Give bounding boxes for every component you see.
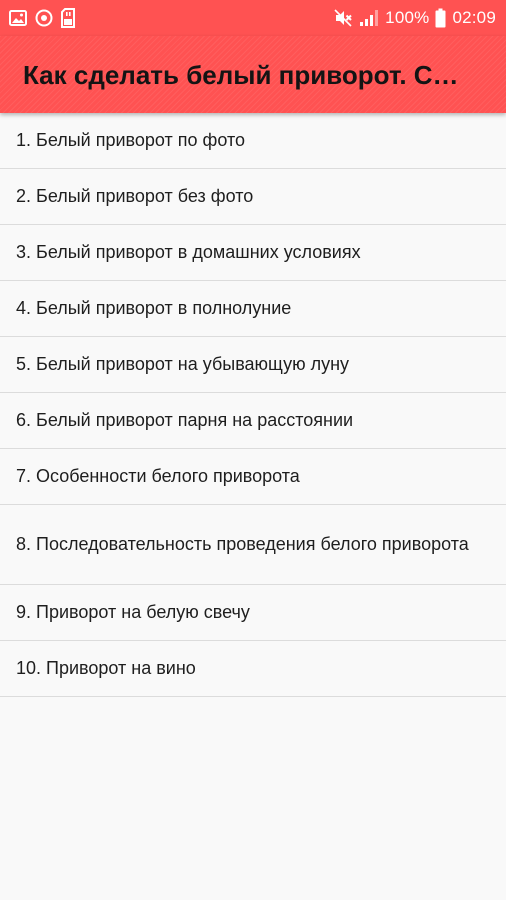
list-item[interactable]: 5. Белый приворот на убывающую луну xyxy=(0,337,506,393)
list-item-label: 3. Белый приворот в домашних условиях xyxy=(16,242,361,262)
status-left-icons xyxy=(9,8,75,28)
status-bar: 100% 02:09 xyxy=(0,0,506,36)
page-title: Как сделать белый приворот. С… xyxy=(23,60,459,90)
list-item-label: 10. Приворот на вино xyxy=(16,658,196,678)
list-item[interactable]: 9. Приворот на белую свечу xyxy=(0,585,506,641)
image-icon xyxy=(9,10,27,26)
list-item[interactable]: 10. Приворот на вино xyxy=(0,641,506,697)
list-item-label: 4. Белый приворот в полнолуние xyxy=(16,298,292,318)
list-item[interactable]: 7. Особенности белого приворота xyxy=(0,449,506,505)
list-item-label: 5. Белый приворот на убывающую луну xyxy=(16,354,350,374)
list-item[interactable]: 6. Белый приворот парня на расстоянии xyxy=(0,393,506,449)
list-item-label: 7. Особенности белого приворота xyxy=(16,466,300,486)
sd-card-icon xyxy=(61,8,75,28)
list-item-label: 6. Белый приворот парня на расстоянии xyxy=(16,410,354,430)
list-item-label: 2. Белый приворот без фото xyxy=(16,186,254,206)
clock: 02:09 xyxy=(452,8,496,27)
list-item-label: 9. Приворот на белую свечу xyxy=(16,602,250,622)
list-item[interactable]: 4. Белый приворот в полнолуние xyxy=(0,281,506,337)
battery-percent: 100% xyxy=(385,8,430,27)
list-item[interactable]: 3. Белый приворот в домашних условиях xyxy=(0,225,506,281)
status-right-area: 100% 02:09 xyxy=(333,6,496,30)
target-icon xyxy=(35,9,53,27)
list-item[interactable]: 1. Белый приворот по фото xyxy=(0,113,506,169)
article-list: 1. Белый приворот по фото 2. Белый приво… xyxy=(0,113,506,697)
list-item-label: 1. Белый приворот по фото xyxy=(16,130,246,150)
signal-icon xyxy=(359,9,379,27)
list-item[interactable]: 2. Белый приворот без фото xyxy=(0,169,506,225)
mute-icon xyxy=(333,8,353,28)
list-item[interactable]: 8. Последовательность проведения белого … xyxy=(0,505,506,585)
app-bar: Как сделать белый приворот. С… xyxy=(0,36,506,113)
list-item-label: 8. Последовательность проведения белого … xyxy=(16,534,469,554)
battery-icon xyxy=(435,8,446,28)
